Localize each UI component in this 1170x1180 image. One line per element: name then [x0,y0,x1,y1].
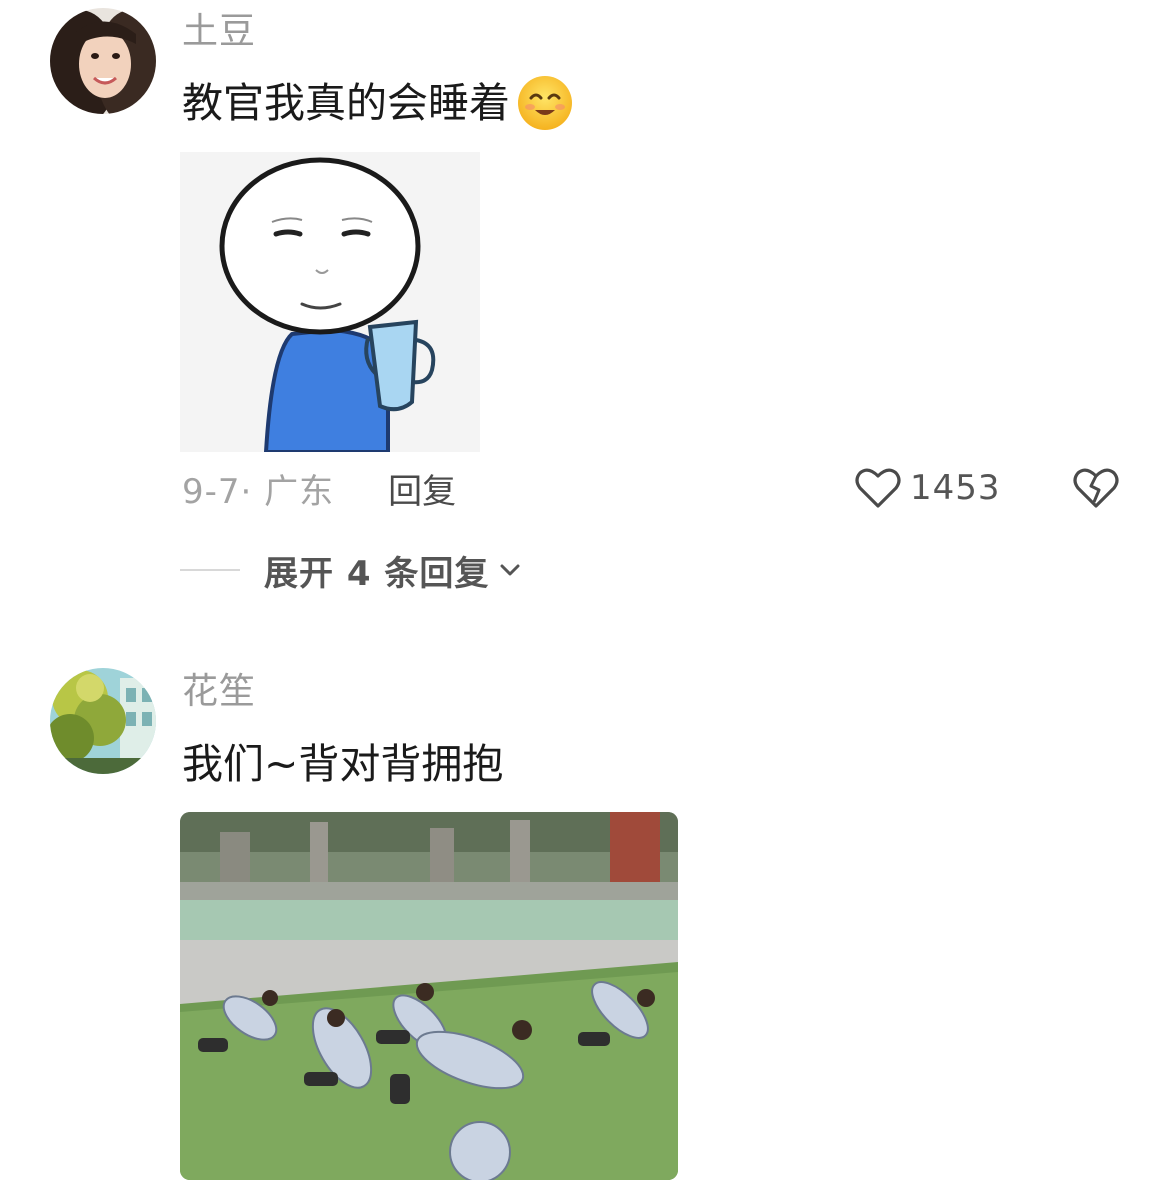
smiling-face-emoji-icon [516,74,574,132]
chevron-down-icon [500,564,520,576]
comment-meta: 9-7· 广东 回复 [182,464,456,513]
expand-replies-label: 展开 4 条回复 [264,553,490,594]
divider-line [180,569,240,571]
like-count: 1453 [910,468,1001,508]
comment-text: 我们~背对背拥抱 [182,744,503,785]
comment-text-content: 我们~背对背拥抱 [182,740,504,788]
comment-text-content: 教官我真的会睡着 [182,78,510,127]
sticker-image[interactable] [180,152,480,452]
photo-image[interactable] [180,812,678,1180]
broken-heart-icon [1073,468,1119,508]
reply-button[interactable]: 回复 [388,464,456,513]
comment-list: 土豆 教官我真的会睡着 9-7· 广东 回复 1453 展开 4 条回复 花笙 … [0,0,1170,1180]
dislike-button[interactable] [1072,466,1120,510]
heart-outline-icon [855,468,901,508]
username[interactable]: 花笙 [182,674,256,710]
like-button[interactable]: 1453 [854,466,1001,510]
avatar[interactable] [50,8,156,114]
comment-text: 教官我真的会睡着 [182,74,574,132]
username[interactable]: 土豆 [182,14,256,50]
avatar[interactable] [50,668,156,774]
expand-replies-button[interactable]: 展开 4 条回复 [180,548,523,594]
comment-date-location: 9-7· 广东 [182,471,335,512]
